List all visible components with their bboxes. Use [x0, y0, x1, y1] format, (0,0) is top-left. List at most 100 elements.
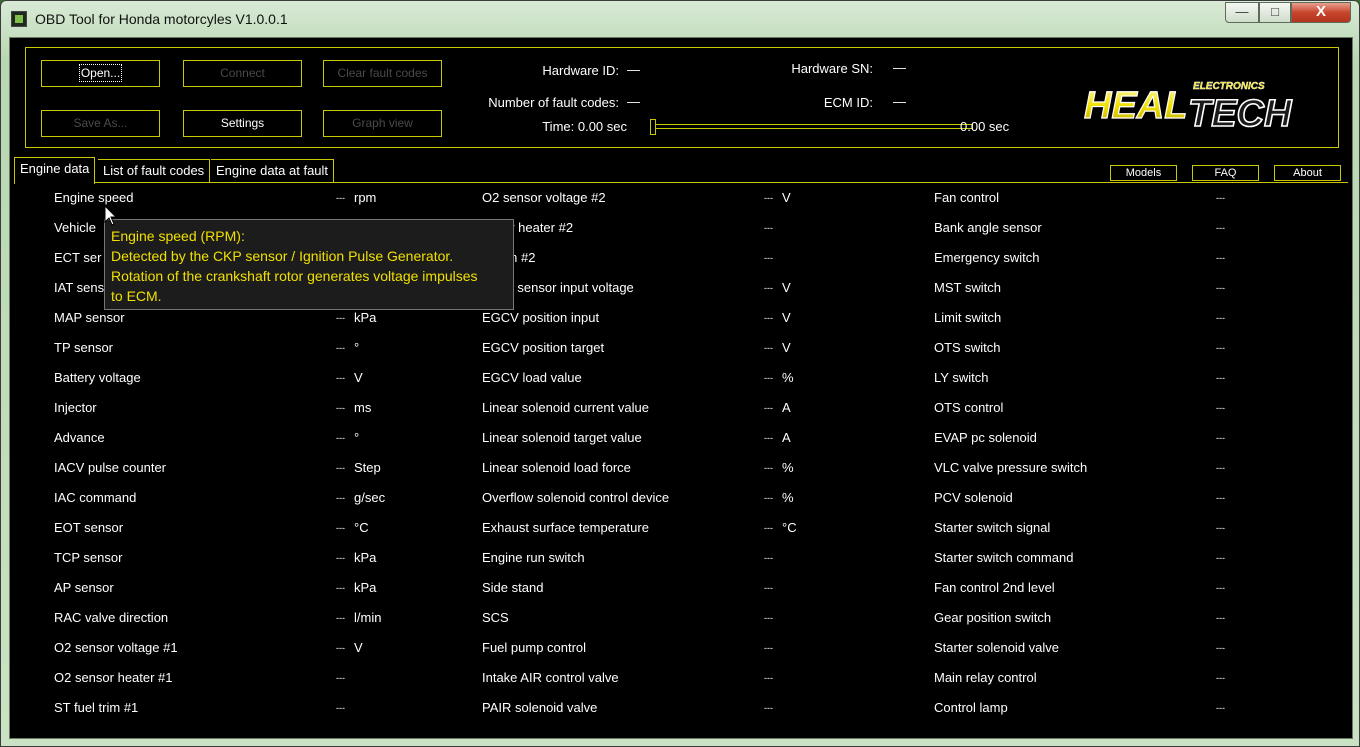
- param-name-limit-switch[interactable]: Limit switch: [934, 310, 1001, 328]
- param-name-battery-voltage[interactable]: Battery voltage: [54, 370, 141, 388]
- param-name-main-relay-control[interactable]: Main relay control: [934, 670, 1037, 688]
- param-name-scs[interactable]: SCS: [482, 610, 509, 628]
- param-name-fuel-pump-control[interactable]: Fuel pump control: [482, 640, 586, 658]
- param-name-iacv-pulse-counter[interactable]: IACV pulse counter: [54, 460, 166, 478]
- param-name-egcv-position-input[interactable]: EGCV position input: [482, 310, 599, 328]
- param-value: ---: [1216, 313, 1225, 323]
- faq-button[interactable]: FAQ: [1192, 165, 1259, 181]
- param-name-iac-command[interactable]: IAC command: [54, 490, 136, 508]
- param-name-side-stand[interactable]: Side stand: [482, 580, 543, 598]
- param-name-gear-position-switch[interactable]: Gear position switch: [934, 610, 1051, 628]
- param-name-fan-control[interactable]: Fan control: [934, 190, 999, 208]
- param-name-control-lamp[interactable]: Control lamp: [934, 700, 1008, 718]
- param-name-ots-switch[interactable]: OTS switch: [934, 340, 1000, 358]
- param-name-linear-solenoid-load-force[interactable]: Linear solenoid load force: [482, 460, 631, 478]
- param-value: ---: [1216, 253, 1225, 263]
- title-bar[interactable]: OBD Tool for Honda motorcyles V1.0.0.1 —…: [1, 1, 1359, 37]
- hardware-id-value: —: [627, 62, 640, 77]
- param-name-starter-solenoid-valve[interactable]: Starter solenoid valve: [934, 640, 1059, 658]
- param-value: ---: [764, 433, 773, 443]
- param-name-pcv-solenoid[interactable]: PCV solenoid: [934, 490, 1013, 508]
- time-slider-thumb[interactable]: [650, 119, 656, 135]
- param-name-pair-solenoid-valve[interactable]: PAIR solenoid valve: [482, 700, 597, 718]
- tab-list-of-fault-codes[interactable]: List of fault codes: [98, 159, 211, 183]
- param-name-bank-angle-sensor[interactable]: Bank angle sensor: [934, 220, 1042, 238]
- param-name-linear-solenoid-current-value[interactable]: Linear solenoid current value: [482, 400, 649, 418]
- param-value: ---: [336, 553, 345, 563]
- param-value: ---: [1216, 523, 1225, 533]
- time-slider-track[interactable]: [655, 124, 973, 129]
- param-name-vehicle[interactable]: Vehicle: [54, 220, 96, 238]
- about-button[interactable]: About: [1274, 165, 1341, 181]
- healtech-logo: HEAL TECH ELECTRONICS: [1083, 81, 1293, 134]
- tab-engine-data-at-fault[interactable]: Engine data at fault: [211, 159, 335, 183]
- param-name-map-sensor[interactable]: MAP sensor: [54, 310, 125, 328]
- models-button[interactable]: Models: [1110, 165, 1177, 181]
- settings-button[interactable]: Settings: [183, 110, 302, 137]
- param-name-o2-sensor-voltage-1[interactable]: O2 sensor voltage #1: [54, 640, 178, 658]
- param-name-starter-switch-command[interactable]: Starter switch command: [934, 550, 1073, 568]
- param-name-vlc-valve-pressure-switch[interactable]: VLC valve pressure switch: [934, 460, 1087, 478]
- param-name-fan-control-2nd-level[interactable]: Fan control 2nd level: [934, 580, 1055, 598]
- param-value: ---: [1216, 373, 1225, 383]
- clear-fault-codes-button[interactable]: Clear fault codes: [323, 60, 442, 87]
- param-name-evap-pc-solenoid[interactable]: EVAP pc solenoid: [934, 430, 1037, 448]
- param-name-mst-switch[interactable]: MST switch: [934, 280, 1001, 298]
- param-value: ---: [764, 583, 773, 593]
- param-name-egcv-load-value[interactable]: EGCV load value: [482, 370, 582, 388]
- param-value: ---: [764, 703, 773, 713]
- param-name-eot-sensor[interactable]: EOT sensor: [54, 520, 123, 538]
- param-value: ---: [336, 643, 345, 653]
- param-name-exhaust-surface-temperature[interactable]: Exhaust surface temperature: [482, 520, 649, 538]
- param-name-tcp-sensor[interactable]: TCP sensor: [54, 550, 122, 568]
- param-name-o2-sensor-voltage-2[interactable]: O2 sensor voltage #2: [482, 190, 606, 208]
- fault-count-value: —: [627, 94, 640, 109]
- param-name-linear-solenoid-target-value[interactable]: Linear solenoid target value: [482, 430, 642, 448]
- models-label: Models: [1125, 167, 1162, 179]
- param-value: ---: [1216, 703, 1225, 713]
- param-value: ---: [764, 493, 773, 503]
- tab-engine-data[interactable]: Engine data: [14, 157, 96, 184]
- connect-button[interactable]: Connect: [183, 60, 302, 87]
- param-value: ---: [336, 613, 345, 623]
- param-name-engine-run-switch[interactable]: Engine run switch: [482, 550, 585, 568]
- param-name-engine-speed[interactable]: Engine speed: [54, 190, 134, 208]
- param-name-tp-sensor[interactable]: TP sensor: [54, 340, 113, 358]
- param-name-o2-sensor-heater-1[interactable]: O2 sensor heater #1: [54, 670, 173, 688]
- close-button[interactable]: X: [1291, 2, 1351, 23]
- param-value: ---: [764, 403, 773, 413]
- graph-view-button[interactable]: Graph view: [323, 110, 442, 137]
- time-start-label: Time: 0.00 sec: [542, 119, 627, 134]
- param-name-rac-valve-direction[interactable]: RAC valve direction: [54, 610, 168, 628]
- param-name-injector[interactable]: Injector: [54, 400, 97, 418]
- param-name-starter-switch-signal[interactable]: Starter switch signal: [934, 520, 1050, 538]
- param-value: ---: [764, 643, 773, 653]
- faq-label: FAQ: [1214, 167, 1237, 179]
- param-unit: V: [354, 640, 363, 655]
- param-name-iat-sens[interactable]: IAT sens: [54, 280, 104, 298]
- app-icon: [11, 11, 27, 27]
- open-button-label: Open...: [78, 64, 123, 82]
- param-name-overflow-solenoid-control-device[interactable]: Overflow solenoid control device: [482, 490, 669, 508]
- open-button[interactable]: Open...: [41, 60, 160, 87]
- save-as-button[interactable]: Save As...: [41, 110, 160, 137]
- param-name-ect-ser[interactable]: ECT ser: [54, 250, 101, 268]
- param-name-ap-sensor[interactable]: AP sensor: [54, 580, 114, 598]
- tab-engine-data-at-fault-label: Engine data at fault: [216, 163, 329, 178]
- param-value: ---: [1216, 403, 1225, 413]
- param-value: ---: [764, 553, 773, 563]
- app-window: OBD Tool for Honda motorcyles V1.0.0.1 —…: [0, 0, 1360, 747]
- connect-button-label: Connect: [220, 66, 265, 80]
- param-unit: V: [354, 370, 363, 385]
- maximize-icon: □: [1271, 4, 1279, 19]
- param-name-ots-control[interactable]: OTS control: [934, 400, 1003, 418]
- param-name-egcv-position-target[interactable]: EGCV position target: [482, 340, 604, 358]
- param-name-advance[interactable]: Advance: [54, 430, 105, 448]
- param-value: ---: [336, 463, 345, 473]
- param-name-st-fuel-trim-1[interactable]: ST fuel trim #1: [54, 700, 138, 718]
- param-name-intake-air-control-valve[interactable]: Intake AIR control valve: [482, 670, 619, 688]
- param-name-emergency-switch[interactable]: Emergency switch: [934, 250, 1039, 268]
- maximize-button[interactable]: □: [1259, 2, 1291, 23]
- minimize-button[interactable]: —: [1225, 2, 1259, 23]
- param-name-ly-switch[interactable]: LY switch: [934, 370, 988, 388]
